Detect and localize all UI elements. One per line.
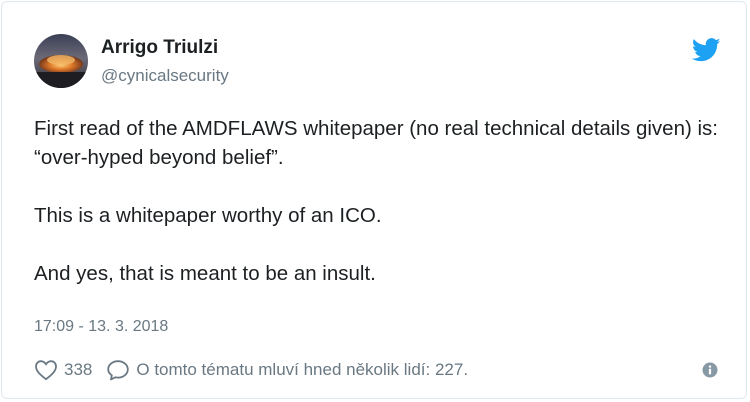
twitter-bird-icon[interactable]	[692, 38, 721, 62]
author-name[interactable]: Arrigo Triulzi	[101, 37, 218, 59]
info-icon[interactable]	[702, 362, 718, 378]
tweet-actions: 338 O tomto tématu mluví hned několik li…	[34, 358, 468, 382]
heart-icon[interactable]	[34, 359, 58, 381]
tweet-timestamp[interactable]: 17:09 - 13. 3. 2018	[34, 318, 168, 336]
author-handle[interactable]: @cynicalsecurity	[101, 66, 229, 86]
tweet-line: This is a whitepaper worthy of an ICO.	[34, 204, 382, 227]
like-count[interactable]: 338	[64, 360, 92, 380]
conversation-link[interactable]: O tomto tématu mluví hned několik lidí: …	[136, 360, 468, 380]
avatar[interactable]	[34, 34, 88, 88]
tweet-text: First read of the AMDFLAWS whitepaper (n…	[34, 114, 724, 288]
tweet-line: First read of the AMDFLAWS whitepaper (n…	[34, 117, 719, 169]
tweet-card: Arrigo Triulzi @cynicalsecurity First re…	[1, 1, 747, 399]
tweet-line: And yes, that is meant to be an insult.	[34, 262, 376, 285]
speech-bubble-icon[interactable]	[106, 359, 130, 381]
